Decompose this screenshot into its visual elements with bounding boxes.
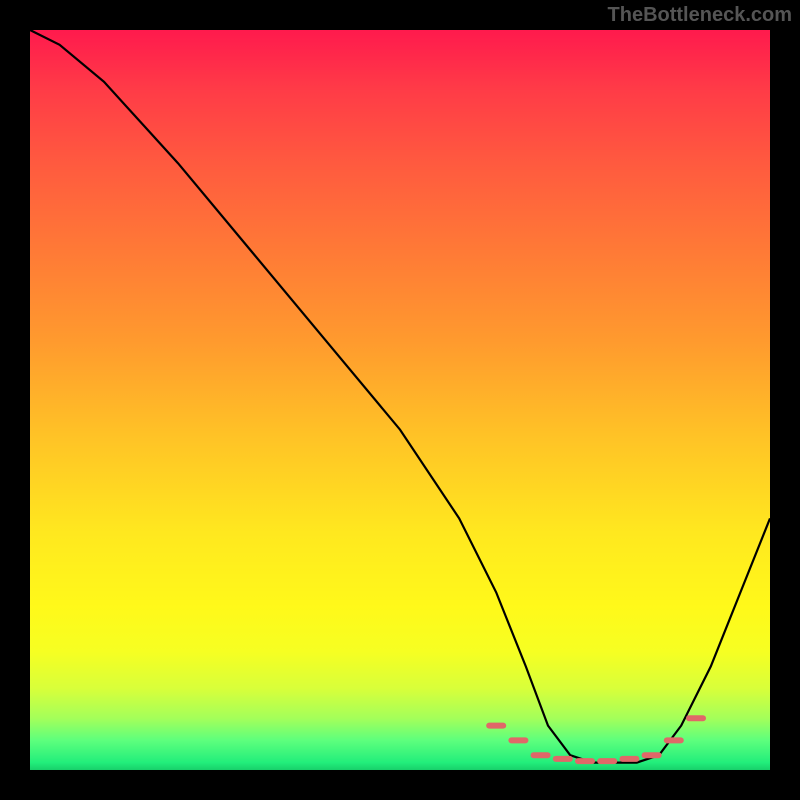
bottleneck-curve-line: [30, 30, 770, 763]
watermark-label: TheBottleneck.com: [608, 4, 792, 27]
highlight-markers: [489, 718, 703, 761]
chart-frame: [30, 30, 770, 770]
chart-svg: [30, 30, 770, 770]
